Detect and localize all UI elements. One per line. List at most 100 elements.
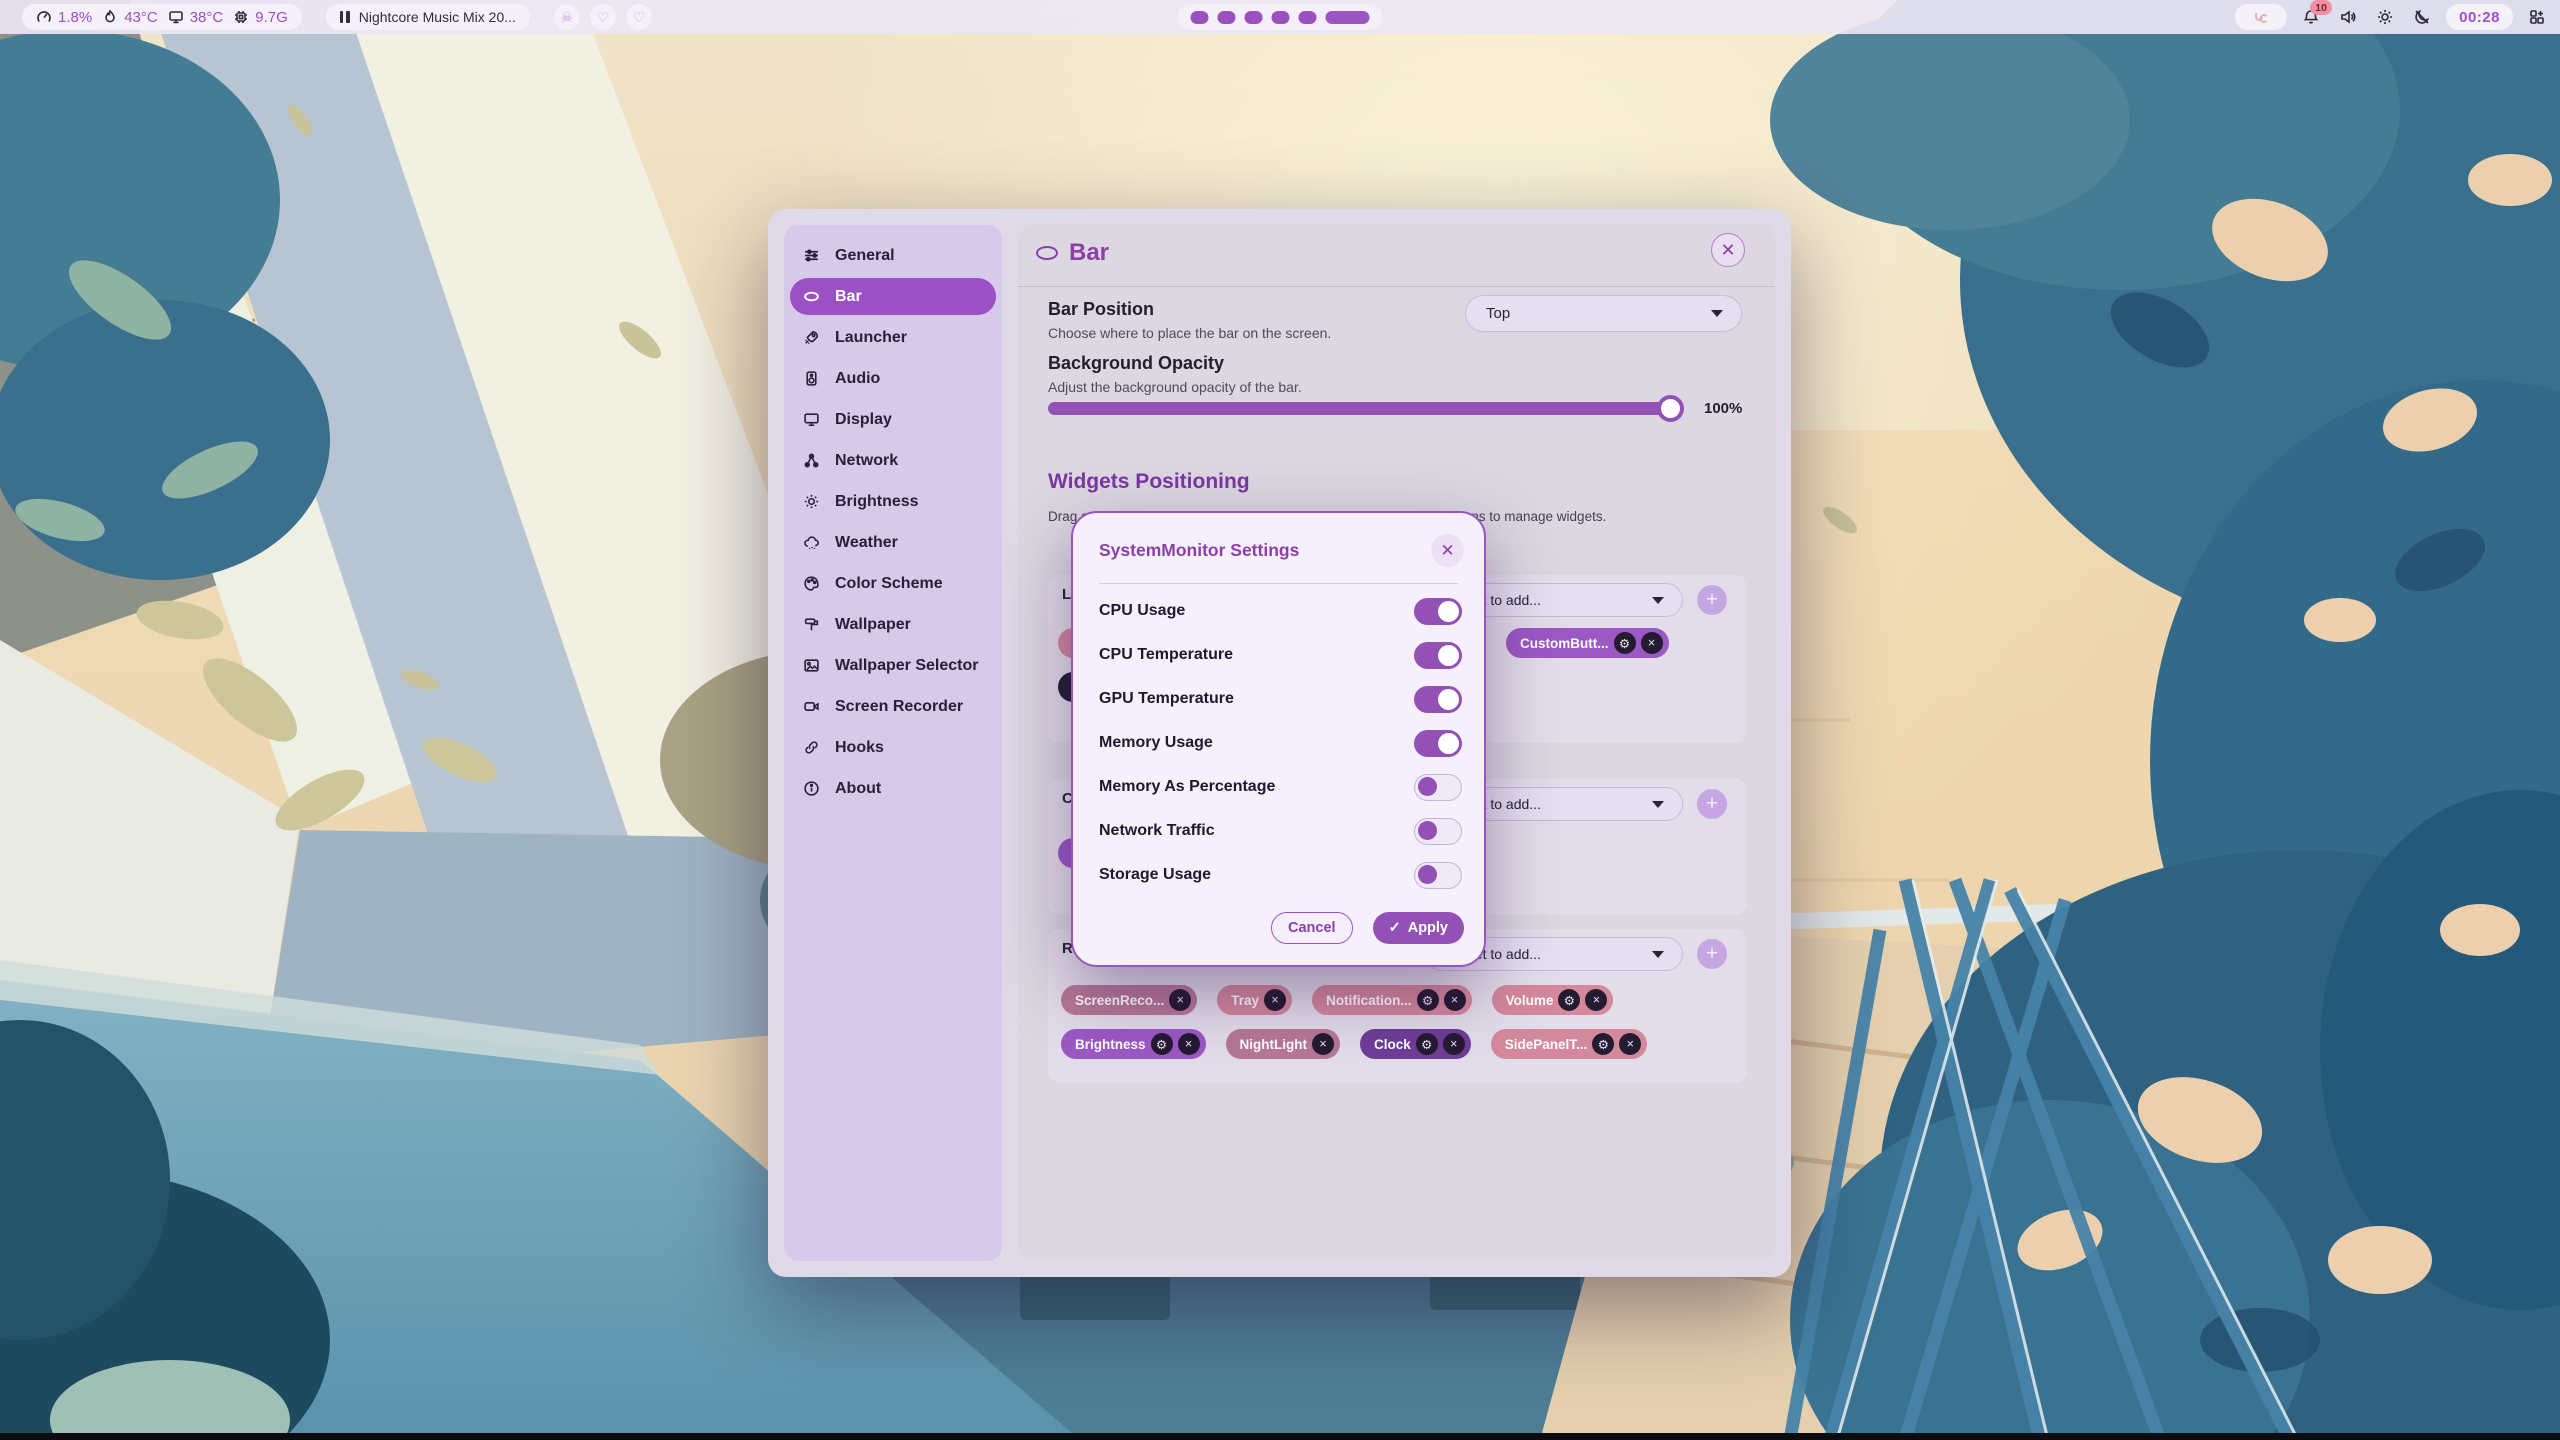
media-player-module[interactable]: Nightcore Music Mix 20... <box>326 4 530 30</box>
sidebar-item-wallpaper[interactable]: Wallpaper <box>784 604 1002 645</box>
workspace-dot-3[interactable] <box>1245 11 1263 24</box>
workspace-dot-active[interactable] <box>1326 11 1370 24</box>
remove-icon[interactable]: × <box>1641 632 1663 654</box>
remove-icon[interactable]: × <box>1443 1033 1465 1055</box>
sidebar-item-general[interactable]: General <box>784 235 1002 276</box>
systemmonitor-settings-dialog: SystemMonitor Settings ✕ CPU Usage CPU T… <box>1071 511 1486 967</box>
sidebar-item-network[interactable]: Network <box>784 440 1002 481</box>
left-add-widget-button[interactable]: + <box>1697 585 1727 615</box>
window-close-button[interactable]: ✕ <box>1711 233 1745 267</box>
gear-icon[interactable]: ⚙ <box>1592 1033 1614 1055</box>
system-stats-module[interactable]: 1.8% 43°C 38°C 9.7G <box>22 4 302 30</box>
gauge-icon <box>36 9 52 25</box>
info-icon <box>803 780 820 797</box>
memory-usage-toggle[interactable] <box>1414 730 1462 757</box>
apply-button[interactable]: ✓ Apply <box>1373 912 1464 944</box>
notifications-button[interactable]: 10 <box>2298 4 2324 30</box>
widget-chip-brightness[interactable]: Brightness ⚙ × <box>1061 1029 1206 1059</box>
storage-usage-toggle[interactable] <box>1414 862 1462 889</box>
slider-thumb[interactable] <box>1657 395 1684 422</box>
gpu-temperature-toggle[interactable] <box>1414 686 1462 713</box>
sidebar-item-about[interactable]: About <box>784 768 1002 809</box>
toggle-row-cpu-temperature: CPU Temperature <box>1073 633 1484 677</box>
remove-icon[interactable]: × <box>1312 1033 1334 1055</box>
workspace-dot-5[interactable] <box>1299 11 1317 24</box>
sidebar-item-display[interactable]: Display <box>784 399 1002 440</box>
cpu-temperature-toggle[interactable] <box>1414 642 1462 669</box>
sidebar-item-wallpaper-selector[interactable]: Wallpaper Selector <box>784 645 1002 686</box>
chip-label: Brightness <box>1075 1037 1146 1052</box>
sidebar-item-brightness[interactable]: Brightness <box>784 481 1002 522</box>
clock-module[interactable]: 00:28 <box>2446 4 2513 30</box>
sidebar-label: Display <box>835 411 892 429</box>
systray-app-button[interactable] <box>2235 4 2287 30</box>
favorite-button-2[interactable]: ♡ <box>626 4 652 30</box>
workspace-dot-2[interactable] <box>1218 11 1236 24</box>
sidebar-item-hooks[interactable]: Hooks <box>784 727 1002 768</box>
heart-icon: ♡ <box>597 9 610 26</box>
network-traffic-toggle[interactable] <box>1414 818 1462 845</box>
widget-chip-sidepanel[interactable]: SidePanelT... ⚙ × <box>1491 1029 1648 1059</box>
gear-icon[interactable]: ⚙ <box>1558 989 1580 1011</box>
bar-position-desc: Choose where to place the bar on the scr… <box>1048 325 1331 341</box>
paint-roller-icon <box>803 616 820 633</box>
remove-icon[interactable]: × <box>1585 989 1607 1011</box>
widget-chip-volume[interactable]: Volume ⚙ × <box>1492 985 1614 1015</box>
bar-position-select[interactable]: Top <box>1465 295 1742 332</box>
right-add-widget-button[interactable]: + <box>1697 939 1727 969</box>
widget-chip-clock[interactable]: Clock ⚙ × <box>1360 1029 1471 1059</box>
widget-chip-screenrecorder[interactable]: ScreenReco... × <box>1061 985 1197 1015</box>
bar-page-icon <box>1036 246 1058 260</box>
page-header: Bar <box>1036 239 1109 267</box>
sidebar-item-weather[interactable]: Weather <box>784 522 1002 563</box>
workspace-dot-1[interactable] <box>1191 11 1209 24</box>
cpu-usage-toggle[interactable] <box>1414 598 1462 625</box>
gear-icon[interactable]: ⚙ <box>1614 632 1636 654</box>
cancel-button[interactable]: Cancel <box>1271 912 1353 944</box>
sidebar-item-color-scheme[interactable]: Color Scheme <box>784 563 1002 604</box>
header-divider <box>1018 286 1775 287</box>
sidebar-item-audio[interactable]: Audio <box>784 358 1002 399</box>
sidebar-item-screen-recorder[interactable]: Screen Recorder <box>784 686 1002 727</box>
sun-icon <box>803 493 820 510</box>
skull-icon: ☠ <box>561 9 574 26</box>
widget-chip-nightlight[interactable]: NightLight × <box>1226 1029 1340 1059</box>
nightlight-button[interactable] <box>2409 4 2435 30</box>
workspace-dot-4[interactable] <box>1272 11 1290 24</box>
center-add-widget-button[interactable]: + <box>1697 789 1727 819</box>
brightness-button[interactable] <box>2372 4 2398 30</box>
overview-button[interactable] <box>2524 4 2550 30</box>
gear-icon[interactable]: ⚙ <box>1416 1033 1438 1055</box>
remove-icon[interactable]: × <box>1444 989 1466 1011</box>
remove-icon[interactable]: × <box>1619 1033 1641 1055</box>
skull-button[interactable]: ☠ <box>554 4 580 30</box>
network-icon <box>803 452 820 469</box>
volume-button[interactable] <box>2335 4 2361 30</box>
sidebar-item-launcher[interactable]: Launcher <box>784 317 1002 358</box>
opacity-slider[interactable] <box>1048 402 1682 415</box>
widget-chip-tray[interactable]: Tray × <box>1217 985 1292 1015</box>
gear-icon[interactable]: ⚙ <box>1151 1033 1173 1055</box>
memory-as-percentage-toggle[interactable] <box>1414 774 1462 801</box>
toggle-row-storage-usage: Storage Usage <box>1073 853 1484 897</box>
chip-icon <box>233 9 249 25</box>
chip-label: ScreenReco... <box>1075 993 1164 1008</box>
gear-icon[interactable]: ⚙ <box>1417 989 1439 1011</box>
remove-icon[interactable]: × <box>1169 989 1191 1011</box>
widget-chip-notification[interactable]: Notification... ⚙ × <box>1312 985 1472 1015</box>
favorite-button-1[interactable]: ♡ <box>590 4 616 30</box>
close-icon: ✕ <box>1440 541 1454 561</box>
toggle-row-gpu-temperature: GPU Temperature <box>1073 677 1484 721</box>
monitor-icon <box>168 9 184 25</box>
sidebar-item-bar[interactable]: Bar <box>790 278 996 315</box>
remove-icon[interactable]: × <box>1264 989 1286 1011</box>
palette-icon <box>803 575 820 592</box>
page-title: Bar <box>1069 239 1109 267</box>
widget-chip-custombutton[interactable]: CustomButt... ⚙ × <box>1506 628 1669 658</box>
opacity-value: 100% <box>1704 400 1742 417</box>
topbar-left-modules: 1.8% 43°C 38°C 9.7G Nightcore Music Mix … <box>22 4 652 30</box>
dialog-close-button[interactable]: ✕ <box>1431 534 1464 567</box>
heart-icon: ♡ <box>633 9 646 26</box>
workspaces-pill <box>1178 4 1383 30</box>
remove-icon[interactable]: × <box>1178 1033 1200 1055</box>
